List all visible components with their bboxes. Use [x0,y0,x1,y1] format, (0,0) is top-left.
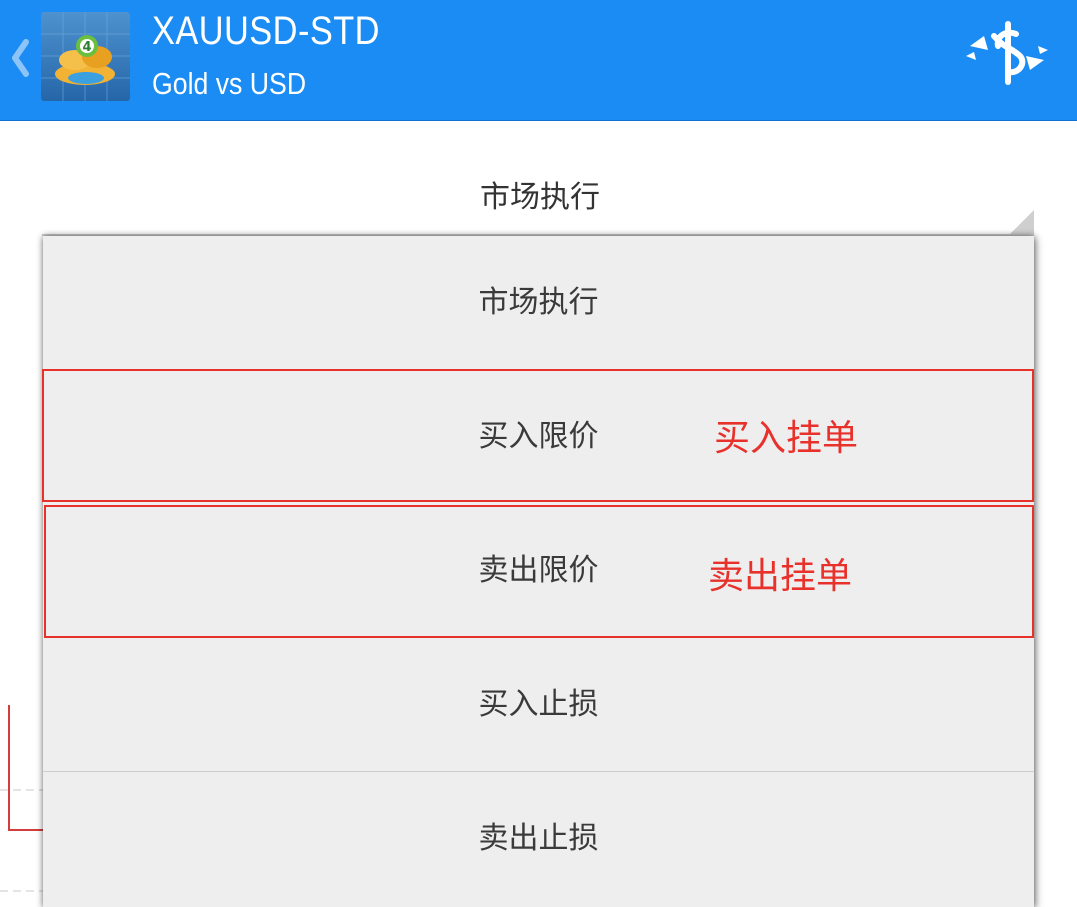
order-type-selected: 市场执行 [480,180,600,215]
action-bar: 4 XAUUSD-STD Gold vs USD [0,0,1077,121]
spinner-corner-triangle-icon [1008,210,1034,236]
option-market-execution[interactable]: 市场执行 [43,236,1034,370]
svg-text:4: 4 [82,40,91,55]
option-label: 卖出止损 [478,821,599,856]
buy-limit-highlight-box [42,369,1034,502]
chevron-left-icon[interactable] [6,34,32,82]
sell-limit-highlight-box [44,505,1034,638]
symbol-description: Gold vs USD [152,66,307,101]
dollar-exchange-icon[interactable] [964,18,1050,88]
option-label: 买入止损 [478,687,599,722]
option-buy-stop[interactable]: 买入止损 [43,638,1034,772]
chart-background [0,705,44,892]
order-type-spinner[interactable]: 市场执行 [42,150,1034,236]
option-sell-stop[interactable]: 卖出止损 [43,772,1034,906]
app-screen: 4 XAUUSD-STD Gold vs USD 市场执行 市场执行 买入限价 … [0,0,1077,907]
option-label: 市场执行 [478,285,599,320]
metatrader-4-logo-icon[interactable]: 4 [41,12,130,101]
symbol-title: XAUUSD-STD [152,9,380,53]
buy-pending-annotation: 买入挂单 [714,418,859,459]
sell-pending-annotation: 卖出挂单 [708,556,853,597]
